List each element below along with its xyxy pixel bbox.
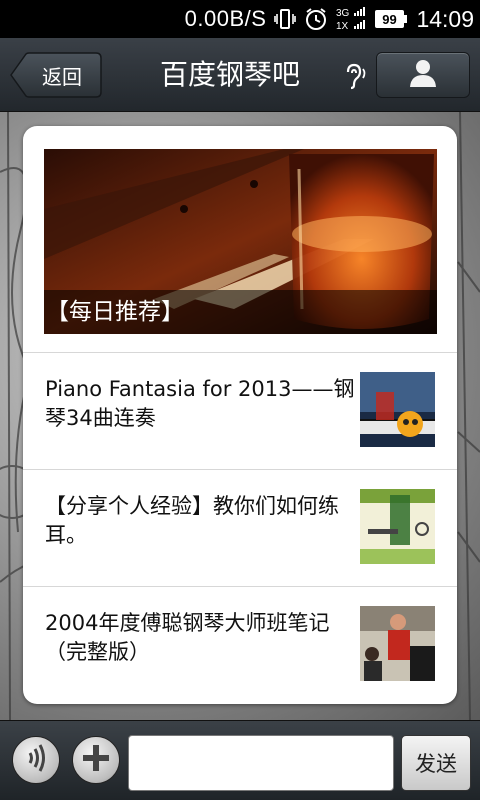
profile-button[interactable] <box>376 52 470 98</box>
battery-icon: 99 <box>374 8 408 30</box>
status-bar: 0.00B/S 3G 1X 99 14:09 <box>0 0 480 38</box>
header: 返回 百度钢琴吧 <box>0 38 480 112</box>
send-button[interactable]: 发送 <box>401 735 471 791</box>
net-speed: 0.00B/S <box>184 6 267 31</box>
article-row[interactable]: Piano Fantasia for 2013——钢琴34曲连奏 <box>23 352 457 469</box>
plus-icon <box>81 743 111 777</box>
vibrate-icon <box>274 7 297 31</box>
master-class-thumb <box>360 606 435 681</box>
article-title: Piano Fantasia for 2013——钢琴34曲连奏 <box>45 377 355 430</box>
piano-player-thumb <box>360 372 435 447</box>
ear-icon[interactable] <box>338 60 370 92</box>
article-title: 【分享个人经验】教你们如何练耳。 <box>45 494 339 547</box>
article-row[interactable]: 2004年度傅聪钢琴大师班笔记（完整版） <box>23 586 457 703</box>
plus-button[interactable] <box>72 736 120 784</box>
back-button-label: 返回 <box>42 64 82 89</box>
message-input[interactable] <box>128 735 394 791</box>
network-label-bottom: 1X <box>336 21 349 32</box>
network-label-top: 3G <box>336 8 350 19</box>
battery-level: 99 <box>383 12 397 27</box>
person-icon <box>409 58 437 92</box>
voice-button[interactable] <box>12 736 60 784</box>
article-title: 2004年度傅聪钢琴大师班笔记（完整版） <box>45 611 330 664</box>
featured-banner[interactable]: 【每日推荐】 <box>44 149 437 334</box>
content-card: 【每日推荐】 Piano Fantasia for 2013——钢琴34曲连奏 … <box>23 126 457 704</box>
input-bar: 发送 <box>0 720 480 800</box>
page-title: 百度钢琴吧 <box>159 58 300 91</box>
back-button[interactable]: 返回 <box>10 52 102 98</box>
featured-caption: 【每日推荐】 <box>44 290 437 334</box>
alarm-icon <box>304 7 328 31</box>
article-row[interactable]: 【分享个人经验】教你们如何练耳。 <box>23 469 457 586</box>
voice-icon <box>21 743 51 777</box>
signal-icon: 3G 1X <box>336 6 366 32</box>
book-cover-thumb <box>360 489 435 564</box>
clock: 14:09 <box>416 5 474 32</box>
